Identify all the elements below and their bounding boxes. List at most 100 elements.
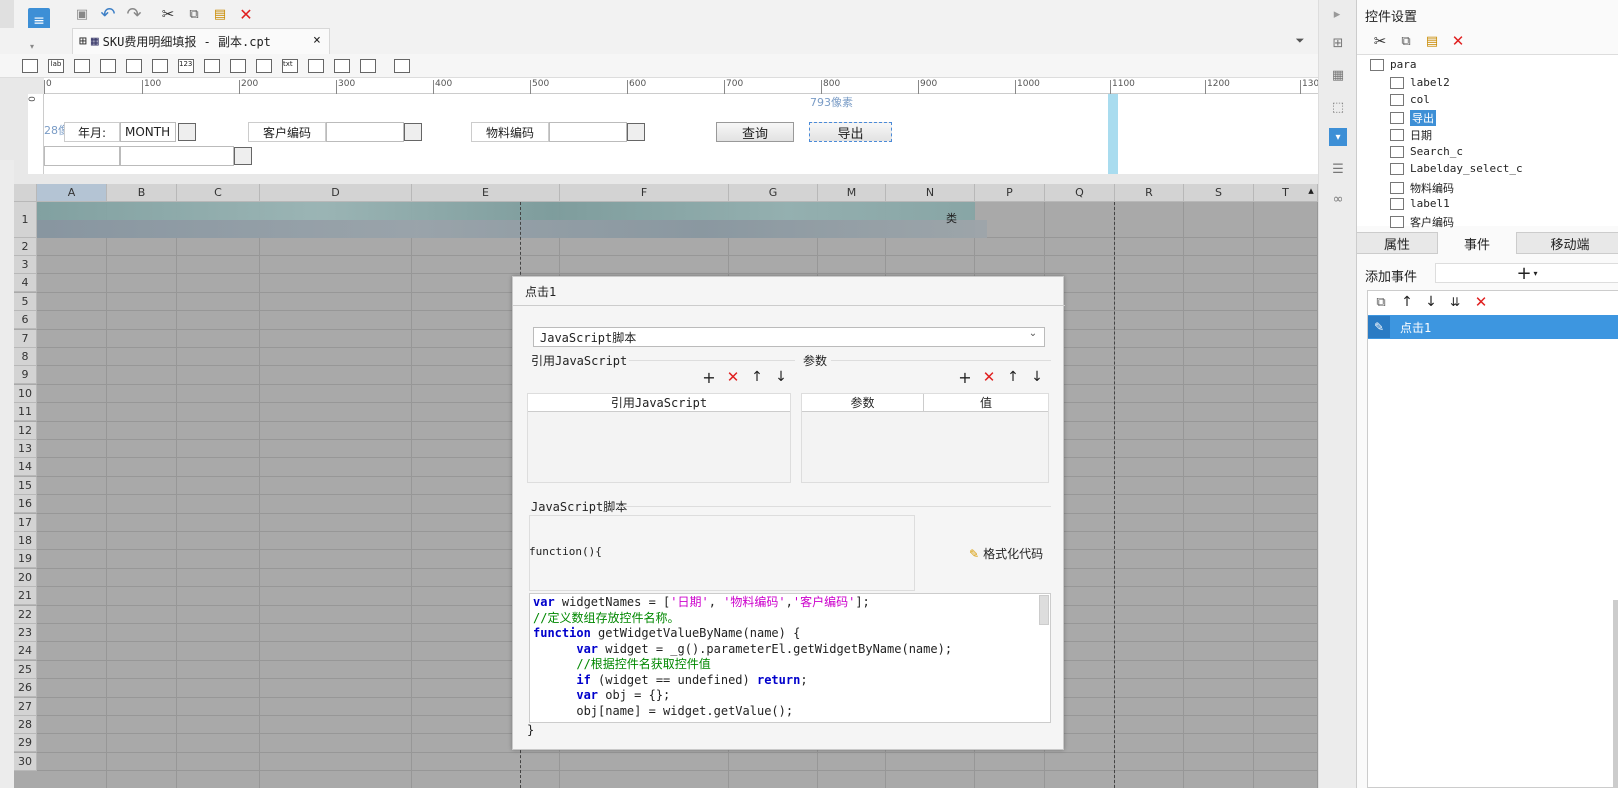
column-header-f[interactable]: F (560, 184, 729, 202)
panel-copy-icon[interactable]: ⧉ (1397, 32, 1415, 50)
tree-item[interactable]: 客户编码 (1390, 214, 1454, 230)
column-header-m[interactable]: M (818, 184, 886, 202)
event-delete-icon[interactable]: ✕ (1472, 293, 1490, 311)
collapse-left-handle[interactable] (0, 0, 14, 28)
event-down-icon[interactable]: ↓ (1422, 293, 1440, 311)
customer-input[interactable] (326, 122, 404, 142)
date-widget-icon[interactable] (152, 59, 168, 73)
tree-item[interactable]: label1 (1390, 197, 1450, 210)
data-cells-block[interactable] (37, 220, 987, 238)
document-tab[interactable]: ⊞ ▦ SKU费用明细填报 - 副本.cpt × (72, 28, 330, 54)
row-header-3[interactable]: 3 (14, 256, 37, 274)
delete-icon[interactable]: ✕ (236, 4, 256, 24)
pane-splitter[interactable] (14, 174, 1318, 184)
expand-right-icon[interactable]: ▸ (1329, 6, 1345, 22)
ref-js-table[interactable]: 引用JavaScript (527, 393, 791, 483)
label-yearmonth[interactable]: 年月: (64, 122, 120, 142)
scroll-up-icon[interactable]: ▴ (1304, 184, 1318, 202)
customer-search-icon[interactable] (404, 123, 422, 141)
select-chevron-down-icon[interactable]: ⌄ (1023, 328, 1043, 346)
row-header-11[interactable]: 11 (14, 403, 37, 422)
row-header-15[interactable]: 15 (14, 476, 37, 495)
date-calendar-icon[interactable] (234, 147, 252, 165)
row-header-18[interactable]: 18 (14, 532, 37, 550)
calendar-icon[interactable] (178, 123, 196, 141)
date-input[interactable] (120, 146, 234, 166)
column-header-b[interactable]: B (107, 184, 177, 202)
script-type-select[interactable]: JavaScript脚本 (533, 327, 1045, 347)
save-icon[interactable]: ▣ (72, 4, 92, 24)
query-button[interactable]: 查询 (716, 122, 794, 142)
undo-icon[interactable]: ↶ (98, 4, 118, 25)
row-header-2[interactable]: 2 (14, 238, 37, 256)
cell-attr-icon[interactable]: ▦ (1329, 66, 1347, 84)
move-down-param-icon[interactable]: ↓ (1029, 369, 1045, 385)
row-header-29[interactable]: 29 (14, 734, 37, 753)
tree-item[interactable]: 导出 (1390, 110, 1436, 126)
tree-item[interactable]: 物料编码 (1390, 180, 1454, 196)
row-header-8[interactable]: 8 (14, 348, 37, 366)
script-code-editor[interactable]: var widgetNames = ['日期', '物料编码','客户编码'];… (529, 593, 1051, 723)
remove-ref-icon[interactable]: ✕ (725, 368, 741, 386)
row-header-7[interactable]: 7 (14, 329, 37, 348)
row-header-19[interactable]: 19 (14, 550, 37, 569)
row-header-1[interactable]: 1 (14, 202, 37, 238)
toggle-widget-icon[interactable] (334, 59, 350, 73)
cell-element-icon[interactable]: ⊞ (1329, 34, 1347, 52)
select-all-corner[interactable] (14, 184, 37, 202)
column-header-d[interactable]: D (260, 184, 412, 202)
row-header-20[interactable]: 20 (14, 568, 37, 587)
tab-events[interactable]: 事件 (1437, 232, 1517, 254)
material-input[interactable] (549, 122, 627, 142)
column-header-c[interactable]: C (177, 184, 260, 202)
textbox-widget-icon[interactable] (74, 59, 90, 73)
widget-settings-icon[interactable]: ▾ (1329, 128, 1347, 146)
add-event-dropdown[interactable]: + ▾ (1435, 263, 1618, 284)
tab-mobile[interactable]: 移动端 (1521, 232, 1618, 254)
column-header-s[interactable]: S (1184, 184, 1254, 202)
column-header-a[interactable]: A (37, 184, 107, 202)
row-header-13[interactable]: 13 (14, 440, 37, 458)
tree-combo-widget-icon[interactable] (360, 59, 376, 73)
tab-menu-icon[interactable]: ⏷ (1292, 34, 1308, 48)
row-header-27[interactable]: 27 (14, 697, 37, 716)
row-header-28[interactable]: 28 (14, 716, 37, 734)
cut-icon[interactable]: ✂ (158, 4, 178, 24)
panel-delete-icon[interactable]: ✕ (1449, 32, 1467, 50)
event-up-icon[interactable]: ↑ (1398, 293, 1416, 311)
row-header-9[interactable]: 9 (14, 366, 37, 385)
yearmonth-input[interactable]: MONTH (120, 122, 176, 142)
column-header-p[interactable]: P (975, 184, 1045, 202)
radio-widget-icon[interactable] (230, 59, 246, 73)
move-down-ref-icon[interactable]: ↓ (773, 369, 789, 385)
column-header-e[interactable]: E (412, 184, 560, 202)
hyperlink-icon[interactable]: ∞ (1329, 190, 1347, 208)
tree-widget-icon[interactable] (126, 59, 142, 73)
code-scrollbar[interactable] (1039, 595, 1049, 625)
export-button[interactable]: 导出 (809, 122, 892, 142)
remove-param-icon[interactable]: ✕ (981, 368, 997, 386)
format-code-button[interactable]: ✎ 格式化代码 (969, 545, 1043, 562)
panel-scrollbar[interactable] (1613, 600, 1618, 788)
add-param-icon[interactable]: + (957, 368, 973, 387)
condition-icon[interactable]: ☰ (1329, 160, 1347, 178)
row-header-10[interactable]: 10 (14, 384, 37, 403)
label-customer[interactable]: 客户编码 (248, 122, 326, 142)
column-header-n[interactable]: N (886, 184, 975, 202)
event-copy-icon[interactable]: ⧉ (1372, 293, 1390, 311)
checkbox-widget-icon[interactable] (256, 59, 272, 73)
row-header-22[interactable]: 22 (14, 605, 37, 624)
params-table[interactable]: 参数 值 (801, 393, 1049, 483)
column-header-r[interactable]: R (1115, 184, 1184, 202)
column-header-q[interactable]: Q (1045, 184, 1115, 202)
row-header-24[interactable]: 24 (14, 642, 37, 661)
textarea-widget-icon[interactable] (204, 59, 220, 73)
more-widgets-icon[interactable] (394, 59, 410, 73)
row-header-6[interactable]: 6 (14, 311, 37, 330)
row-header-26[interactable]: 26 (14, 679, 37, 698)
row-header-16[interactable]: 16 (14, 495, 37, 514)
param-column-header[interactable]: 参数 (802, 394, 924, 412)
tree-item[interactable]: Labelday_select_c (1390, 162, 1523, 175)
row-header-14[interactable]: 14 (14, 458, 37, 477)
move-up-param-icon[interactable]: ↑ (1005, 369, 1021, 385)
